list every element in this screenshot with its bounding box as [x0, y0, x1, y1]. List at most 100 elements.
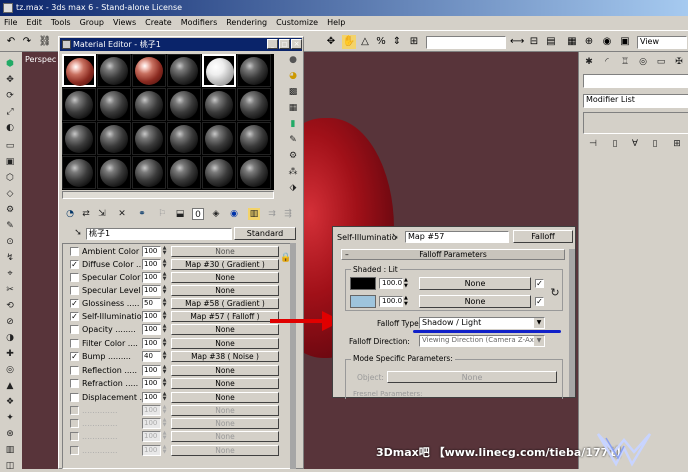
sample-slot[interactable] — [62, 88, 96, 121]
map-slot-button[interactable]: None — [171, 324, 279, 335]
named-selection-dropdown[interactable] — [426, 36, 506, 49]
select-link-icon[interactable]: ⛓ — [38, 35, 52, 49]
utilities-tab-icon[interactable]: ✠ — [673, 56, 685, 68]
sample-slot[interactable] — [167, 122, 201, 155]
map-enable-checkbox[interactable] — [70, 247, 79, 256]
tool-icon[interactable]: ✂ — [4, 284, 16, 296]
sample-slot[interactable] — [62, 122, 96, 155]
put-to-library-icon[interactable]: ⬓ — [174, 208, 186, 220]
make-copy-icon[interactable]: ⚭ — [136, 208, 148, 220]
sample-slot[interactable] — [62, 54, 96, 87]
tool-icon[interactable]: ⬢ — [4, 58, 16, 70]
sample-slot[interactable] — [97, 88, 131, 121]
go-forward-sibling-icon[interactable]: ⇉ — [266, 208, 278, 220]
show-end-result-icon[interactable]: ◉ — [228, 208, 240, 220]
angle-snap-icon[interactable]: △ — [358, 35, 372, 49]
object-name-field[interactable] — [583, 74, 688, 88]
map-amount[interactable]: 100 — [142, 378, 161, 389]
sample-slot[interactable] — [132, 156, 166, 189]
sample-slot[interactable] — [167, 156, 201, 189]
tool-icon[interactable]: ⊘ — [4, 316, 16, 328]
map-amount[interactable]: 100 — [142, 324, 161, 335]
tool-icon[interactable]: ▲ — [4, 380, 16, 392]
tool-icon[interactable]: ◑ — [4, 332, 16, 344]
spinner-icon[interactable]: ▲ ▼ — [161, 351, 168, 362]
menu-create[interactable]: Create — [145, 18, 172, 27]
falloff-scrollbar[interactable] — [569, 249, 575, 397]
select-move-icon[interactable]: ✥ — [324, 35, 338, 49]
material-name-field[interactable]: 桃子1 — [86, 228, 232, 240]
pick-material-icon[interactable]: ⇶ — [282, 208, 294, 220]
modifier-stack[interactable] — [583, 112, 688, 134]
tool-icon[interactable]: ▣ — [4, 156, 16, 168]
put-to-scene-icon[interactable]: ⇄ — [80, 208, 92, 220]
menu-file[interactable]: File — [4, 18, 17, 27]
tool-icon[interactable]: ✥ — [4, 74, 16, 86]
video-color-check-icon[interactable]: ▮ — [287, 118, 299, 130]
map-slot-button[interactable]: None — [171, 338, 279, 349]
map-amount[interactable]: 100 — [142, 259, 161, 270]
spinner-icon[interactable]: ▲ ▼ — [161, 338, 168, 349]
create-tab-icon[interactable]: ✱ — [583, 56, 595, 68]
align-icon[interactable]: ⊟ — [527, 35, 541, 49]
map-slot-button[interactable]: Map #58 ( Gradient ) — [171, 298, 279, 309]
minimize-button[interactable]: _ — [267, 39, 278, 49]
map-slot-button[interactable]: Map #30 ( Gradient ) — [171, 259, 279, 270]
map-amount[interactable]: 100 — [142, 338, 161, 349]
map-slot-button[interactable]: None — [171, 378, 279, 389]
named-selection-icon[interactable]: ⊞ — [407, 35, 421, 49]
close-button[interactable]: × — [291, 39, 302, 49]
falloff-map-1-checkbox[interactable]: ✓ — [535, 279, 544, 288]
eyedropper-icon[interactable]: ➘ — [72, 227, 84, 239]
material-editor-icon[interactable]: ◉ — [600, 35, 614, 49]
menu-views[interactable]: Views — [113, 18, 136, 27]
map-enable-checkbox[interactable] — [70, 366, 79, 375]
pin-stack-icon[interactable]: ⊣ — [587, 138, 599, 150]
menu-modifiers[interactable]: Modifiers — [181, 18, 218, 27]
modifier-list-dropdown[interactable]: Modifier List — [583, 94, 688, 108]
tool-icon[interactable]: ⟲ — [4, 300, 16, 312]
select-by-material-icon[interactable]: ⁂ — [287, 166, 299, 178]
map-amount[interactable]: 50 — [142, 298, 161, 309]
sample-slot[interactable] — [237, 54, 271, 87]
motion-tab-icon[interactable]: ◎ — [637, 56, 649, 68]
spinner-snap-icon[interactable]: ⇕ — [390, 35, 404, 49]
spinner-icon[interactable]: ▲ ▼ — [161, 246, 168, 257]
tool-icon[interactable]: ◇ — [4, 188, 16, 200]
tool-icon[interactable]: ✎ — [4, 220, 16, 232]
tool-icon[interactable]: ▥ — [4, 444, 16, 456]
sample-slot[interactable] — [237, 156, 271, 189]
map-amount[interactable]: 40 — [142, 351, 161, 362]
hierarchy-tab-icon[interactable]: ♖ — [619, 56, 631, 68]
map-enable-checkbox[interactable] — [70, 273, 79, 282]
slots-horizontal-scrollbar[interactable] — [62, 191, 274, 199]
falloff-eyedropper-icon[interactable]: ➘ — [389, 231, 401, 243]
sample-slot[interactable] — [202, 156, 236, 189]
spinner-icon[interactable]: ▲ ▼ — [161, 378, 168, 389]
swap-colors-icon[interactable]: ↻ — [549, 287, 561, 299]
spinner-icon[interactable]: ▲ ▼ — [161, 392, 168, 403]
sample-slot[interactable] — [167, 88, 201, 121]
map-enable-checkbox[interactable] — [70, 339, 79, 348]
options-icon[interactable]: ⚙ — [287, 150, 299, 162]
undo-icon[interactable]: ↶ — [4, 35, 18, 49]
spinner-icon[interactable]: ▲ ▼ — [161, 324, 168, 335]
tool-icon[interactable]: ⤢ — [4, 106, 16, 118]
make-unique-icon[interactable]: ∀ — [629, 138, 641, 150]
map-enable-checkbox[interactable] — [70, 286, 79, 295]
map-enable-checkbox[interactable]: ✓ — [70, 312, 79, 321]
tool-icon[interactable]: ✦ — [4, 412, 16, 424]
spinner-icon[interactable]: ▲ ▼ — [161, 272, 168, 283]
maximize-button[interactable]: □ — [279, 39, 290, 49]
percent-snap-icon[interactable]: % — [374, 35, 388, 49]
rollout-collapse-icon[interactable]: – — [345, 250, 349, 259]
map-amount[interactable]: 100 — [142, 285, 161, 296]
tool-icon[interactable]: ⬡ — [4, 172, 16, 184]
falloff-amount-2[interactable]: 100.0 — [379, 296, 403, 307]
sample-slot[interactable] — [202, 122, 236, 155]
map-amount[interactable]: 100 — [142, 392, 161, 403]
chevron-down-icon[interactable]: ▼ — [534, 336, 544, 346]
view-dropdown[interactable]: View — [637, 36, 687, 49]
tool-icon[interactable]: ⊛ — [4, 428, 16, 440]
remove-modifier-icon[interactable]: ▯ — [649, 138, 661, 150]
